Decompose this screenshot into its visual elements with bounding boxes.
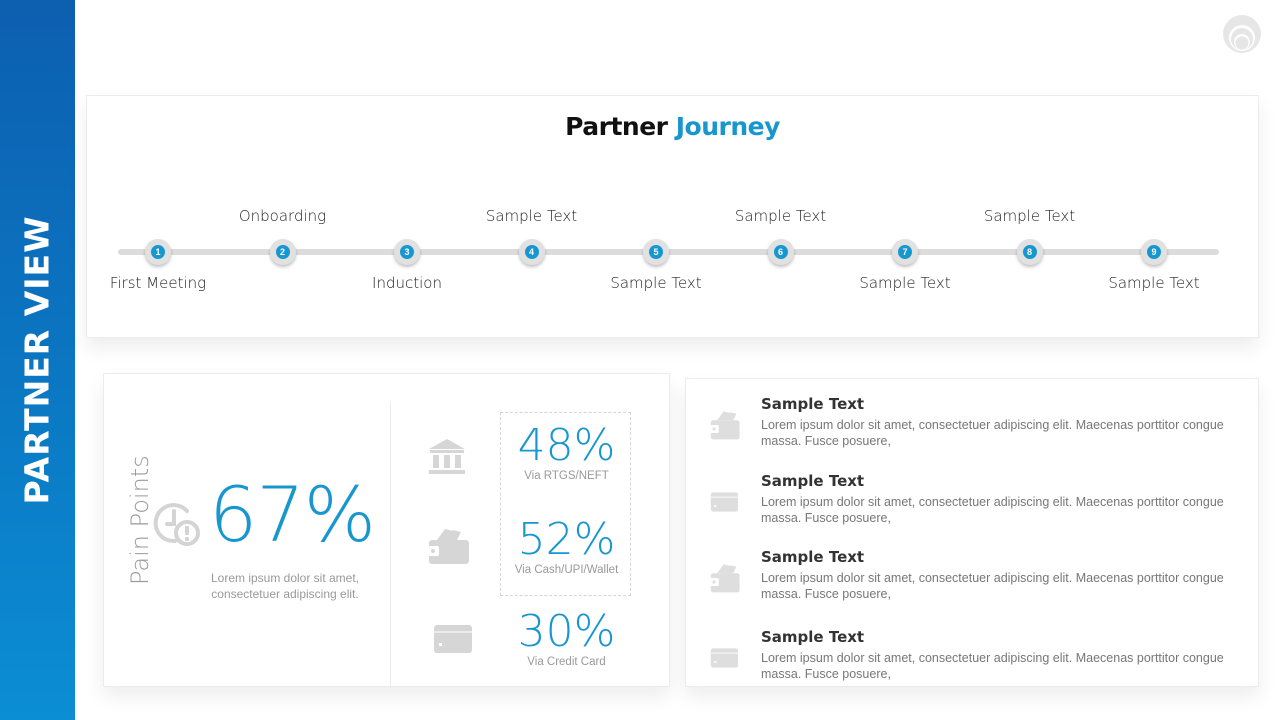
credit-card-icon (710, 648, 738, 668)
partner-journey-card: Partner Journey 1 First Meeting 2 Onboardin… (86, 95, 1259, 338)
credit-card-icon (434, 625, 472, 653)
journey-title: Partner Journey (87, 112, 1258, 141)
journey-step-label: Onboarding (238, 207, 327, 225)
journey-title-part2: Journey (675, 112, 781, 141)
pain-desc-line1: Lorem ipsum dolor sit amet, (210, 571, 360, 585)
stat-percent: 30% (517, 606, 616, 657)
stat-cash-upi-wallet: 52% Via Cash/UPI/Wallet (494, 514, 639, 577)
credit-card-icon (710, 492, 738, 512)
journey-step-marker: 8 (1016, 239, 1043, 265)
journey-step-label: Sample Text (1108, 274, 1200, 292)
list-item-title: Sample Text (761, 395, 865, 413)
list-item-body: Lorem ipsum dolor sit amet, consectetuer… (761, 495, 1224, 525)
step-number: 3 (400, 245, 414, 259)
step-number: 7 (898, 245, 912, 259)
list-item-body: Lorem ipsum dolor sit amet, consectetuer… (761, 571, 1224, 601)
pain-desc-line2: consectetuer adipiscing elit. (211, 587, 359, 601)
list-item: Sample Text Lorem ipsum dolor sit amet, … (686, 628, 1260, 698)
logo-icon (1223, 15, 1261, 53)
step-number: 2 (275, 245, 290, 259)
wallet-icon (709, 411, 740, 440)
journey-step-marker: 3 (394, 239, 420, 265)
pain-points-card: Pain Points 67% Lorem ipsum dolor sit am… (103, 373, 670, 688)
sidebar-banner: PARTNER VIEW (0, 0, 75, 720)
wallet-icon (427, 529, 469, 564)
details-card: Sample Text Lorem ipsum dolor sit amet, … (685, 378, 1259, 687)
stat-credit-card: 30% Via Credit Card (494, 606, 639, 669)
journey-step-label: Sample Text (983, 207, 1076, 225)
clock-alert-icon (153, 503, 200, 546)
list-item-title: Sample Text (761, 628, 865, 646)
journey-step-marker: 9 (1141, 239, 1167, 265)
journey-step-marker: 2 (269, 239, 296, 265)
wallet-icon (709, 564, 740, 593)
list-item: Sample Text Lorem ipsum dolor sit amet, … (686, 548, 1260, 618)
journey-step-label: Sample Text (734, 207, 827, 225)
journey-step-label: First Meeting (109, 274, 207, 292)
journey-step-marker: 4 (518, 239, 545, 265)
journey-step-label: Induction (372, 274, 442, 292)
pain-points-percent: 67% (209, 470, 376, 559)
list-item-title: Sample Text (761, 472, 865, 490)
step-number: 1 (151, 245, 165, 259)
step-number: 8 (1022, 245, 1037, 259)
step-number: 6 (773, 245, 788, 259)
list-item: Sample Text Lorem ipsum dolor sit amet, … (686, 472, 1260, 542)
journey-step-marker: 7 (892, 239, 918, 265)
stat-rtgs-neft: 48% Via RTGS/NEFT (494, 420, 639, 483)
journey-step-marker: 6 (767, 239, 794, 265)
journey-title-part1: Partner (565, 112, 668, 141)
stat-percent: 48% (517, 420, 616, 471)
step-number: 9 (1147, 245, 1161, 259)
journey-step-marker: 1 (145, 239, 171, 265)
journey-step-label: Sample Text (485, 207, 578, 225)
sidebar-title: PARTNER VIEW (17, 215, 57, 505)
bank-icon (429, 439, 465, 474)
step-number: 5 (649, 245, 663, 259)
step-number: 4 (524, 245, 539, 259)
stat-percent: 52% (517, 514, 616, 565)
list-item-body: Lorem ipsum dolor sit amet, consectetuer… (761, 651, 1224, 681)
list-item-body: Lorem ipsum dolor sit amet, consectetuer… (761, 418, 1224, 448)
journey-step-marker: 5 (643, 239, 669, 265)
pain-divider (390, 402, 391, 688)
list-item-title: Sample Text (761, 548, 865, 566)
pain-points-description: Lorem ipsum dolor sit amet, consectetuer… (160, 570, 410, 602)
stat-label: Via Cash/UPI/Wallet (514, 564, 619, 576)
stat-label: Via Credit Card (527, 656, 606, 668)
journey-step-label: Sample Text (610, 274, 702, 292)
journey-step-label: Sample Text (859, 274, 951, 292)
pain-points-title: Pain Points (126, 455, 154, 585)
list-item: Sample Text Lorem ipsum dolor sit amet, … (686, 395, 1260, 465)
stat-label: Via RTGS/NEFT (524, 470, 609, 482)
